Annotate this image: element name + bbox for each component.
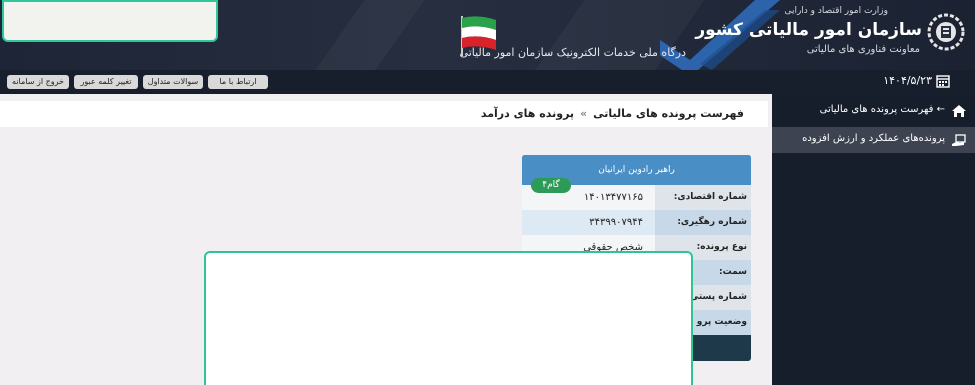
header-blank-panel	[2, 0, 218, 42]
site-header: درگاه ملی خدمات الکترونیک سازمان امور ما…	[0, 0, 975, 70]
current-date: ۱۴۰۴/۵/۲۳	[883, 74, 932, 87]
breadcrumb-current: پرونده های درآمد	[480, 107, 575, 120]
top-toolbar: خروج از سامانه تغییر کلمه عبور سوالات مت…	[0, 70, 975, 94]
info-label: شماره رهگیری:	[655, 210, 751, 235]
faq-button[interactable]: سوالات متداول	[143, 75, 203, 89]
folder-hand-icon	[952, 134, 966, 146]
overlay-dialog	[204, 251, 693, 385]
breadcrumb-parent-link[interactable]: فهرست پرونده های مالیاتی	[593, 107, 744, 120]
calendar-icon	[936, 75, 950, 88]
change-password-button[interactable]: تغییر کلمه عبور	[74, 75, 138, 89]
sidebar-item-tax-files[interactable]: ← فهرست پرونده های مالیاتی	[772, 98, 975, 124]
breadcrumb-text: فهرست پرونده های مالیاتی » پرونده های درآم…	[481, 107, 744, 120]
sidebar-item-label: پرونده‌های عملکرد و ارزش افزوده	[802, 133, 945, 144]
info-value: ۳۴۳۹۹۰۷۹۴۴	[522, 210, 655, 235]
breadcrumb-separator: »	[580, 107, 588, 120]
sidebar: ← فهرست پرونده های مالیاتی پرونده‌های عم…	[772, 94, 975, 385]
ministry-name: وزارت امور اقتصاد و دارایی	[784, 6, 888, 16]
info-row-tracking-number: ۳۴۳۹۹۰۷۹۴۴ شماره رهگیری:	[522, 210, 751, 235]
breadcrumb: فهرست پرونده های مالیاتی » پرونده های درآم…	[0, 101, 768, 127]
organization-name: سازمان امور مالیاتی کشور	[695, 20, 922, 40]
contact-us-button[interactable]: ارتباط با ما	[208, 75, 268, 89]
info-label: شماره اقتصادی:	[655, 185, 751, 210]
sidebar-item-label: ← فهرست پرونده های مالیاتی	[819, 104, 945, 115]
home-icon	[952, 105, 966, 117]
tax-organization-emblem-icon	[927, 13, 965, 51]
portal-title: درگاه ملی خدمات الکترونیک سازمان امور ما…	[459, 46, 686, 59]
stage-badge: گام۴	[531, 178, 571, 193]
sidebar-item-performance-files[interactable]: پرونده‌های عملکرد و ارزش افزوده	[772, 127, 975, 153]
logout-button[interactable]: خروج از سامانه	[7, 75, 69, 89]
header-decor-stripe	[315, 0, 425, 70]
deputy-name: معاونت فناوری های مالیاتی	[806, 44, 920, 55]
